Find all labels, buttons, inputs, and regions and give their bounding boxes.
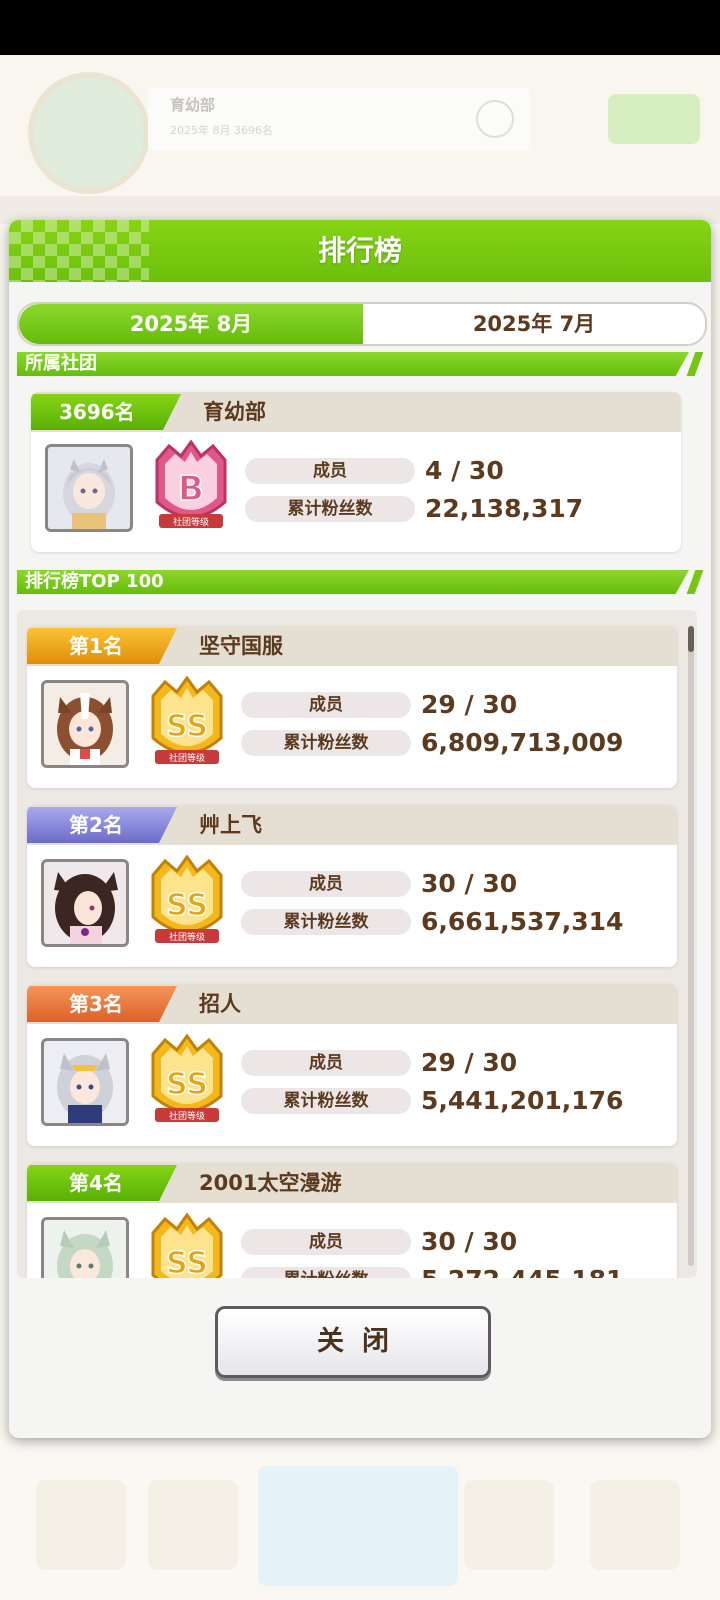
club-grade-badge-icon: SS 社团等级 [147,675,227,772]
dialog-header: 排行榜 [9,220,711,282]
club-grade-badge-icon: SS 社团等级 [147,1033,227,1130]
own-club-card[interactable]: 3696名 育幼部 B 社团等级 成员 4 / 30 累计粉丝数 22,138,… [31,392,681,552]
club-grade-letter: SS [166,1067,208,1102]
section-stripe [686,352,704,376]
members-label: 成员 [245,458,415,484]
members-value: 30 / 30 [421,869,518,898]
club-grade-caption: 社团等级 [173,516,209,528]
ranking-list[interactable]: 第1名 坚守国服 SS 社团等级 成员 29 / 30 累计粉丝数 6,809,… [17,610,697,1278]
ranking-entry[interactable]: 第4名 2001太空漫游 SS 成员 30 / 30 [27,1163,677,1278]
rank-tab: 第4名 [27,1165,177,1201]
fans-value: 22,138,317 [425,494,584,523]
fans-value: 5,441,201,176 [421,1086,624,1115]
ranking-entry[interactable]: 第1名 坚守国服 SS 社团等级 成员 29 / 30 累计粉丝数 6,809,… [27,626,677,788]
ranking-entry[interactable]: 第3名 招人 SS 社团等级 成员 29 / 30 累计粉丝数 5,441,20… [27,984,677,1146]
club-name: 育幼部 [203,400,266,424]
rank-tab: 3696名 [31,394,181,430]
avatar [41,1038,129,1126]
members-label: 成员 [241,871,411,897]
club-grade-badge-icon: SS [147,1212,227,1278]
ranking-dialog: 排行榜 2025年 8月 2025年 7月 所属社团 3696名 育幼部 B 社… [9,220,711,1438]
fans-value: 5,272,445,181 [421,1265,623,1278]
members-label: 成员 [241,692,411,718]
members-label: 成员 [241,1229,411,1255]
fans-label: 累计粉丝数 [241,1267,411,1278]
avatar [41,859,129,947]
club-grade-letter: SS [166,1246,208,1278]
fans-label: 累计粉丝数 [245,496,415,522]
club-grade-badge-icon: SS 社团等级 [147,854,227,951]
section-stripe [686,570,704,594]
tab-previous-month[interactable]: 2025年 7月 [363,304,705,344]
scrollbar-thumb[interactable] [688,626,694,652]
close-button[interactable]: 关闭 [215,1306,491,1378]
avatar [45,444,133,532]
members-value: 30 / 30 [421,1227,518,1256]
club-name: 艸上飞 [199,813,262,837]
fans-value: 6,661,537,314 [421,907,624,936]
status-bar [0,0,720,55]
club-grade-letter: SS [166,888,208,923]
avatar [41,680,129,768]
rank-tab: 第3名 [27,986,177,1022]
members-value: 29 / 30 [421,1048,518,1077]
dialog-title: 排行榜 [317,234,402,267]
section-label: 所属社团 [25,353,97,374]
avatar [41,1217,129,1278]
members-value: 4 / 30 [425,456,504,485]
members-value: 29 / 30 [421,690,518,719]
club-name: 招人 [199,992,241,1016]
fans-label: 累计粉丝数 [241,730,411,756]
section-header-top100: 排行榜TOP 100 [17,570,689,594]
rank-tab: 第2名 [27,807,177,843]
section-label: 排行榜TOP 100 [25,571,164,592]
club-grade-caption: 社团等级 [169,931,205,943]
club-grade-letter: B [178,469,204,509]
tab-current-month[interactable]: 2025年 8月 [19,304,363,344]
club-grade-letter: SS [166,709,208,744]
section-header-own-club: 所属社团 [17,352,689,376]
club-name: 坚守国服 [199,634,283,658]
club-grade-caption: 社团等级 [169,752,205,764]
members-label: 成员 [241,1050,411,1076]
club-grade-caption: 社团等级 [169,1110,205,1122]
scrollbar-track[interactable] [688,626,694,1266]
ranking-entry[interactable]: 第2名 艸上飞 SS 社团等级 成员 30 / 30 累计粉丝数 6,661,5… [27,805,677,967]
fans-value: 6,809,713,009 [421,728,624,757]
fans-label: 累计粉丝数 [241,1088,411,1114]
club-name: 2001太空漫游 [199,1171,342,1195]
fans-label: 累计粉丝数 [241,909,411,935]
rank-tab: 第1名 [27,628,177,664]
club-grade-badge-icon: B 社团等级 [151,439,231,536]
month-toggle: 2025年 8月 2025年 7月 [17,302,707,346]
